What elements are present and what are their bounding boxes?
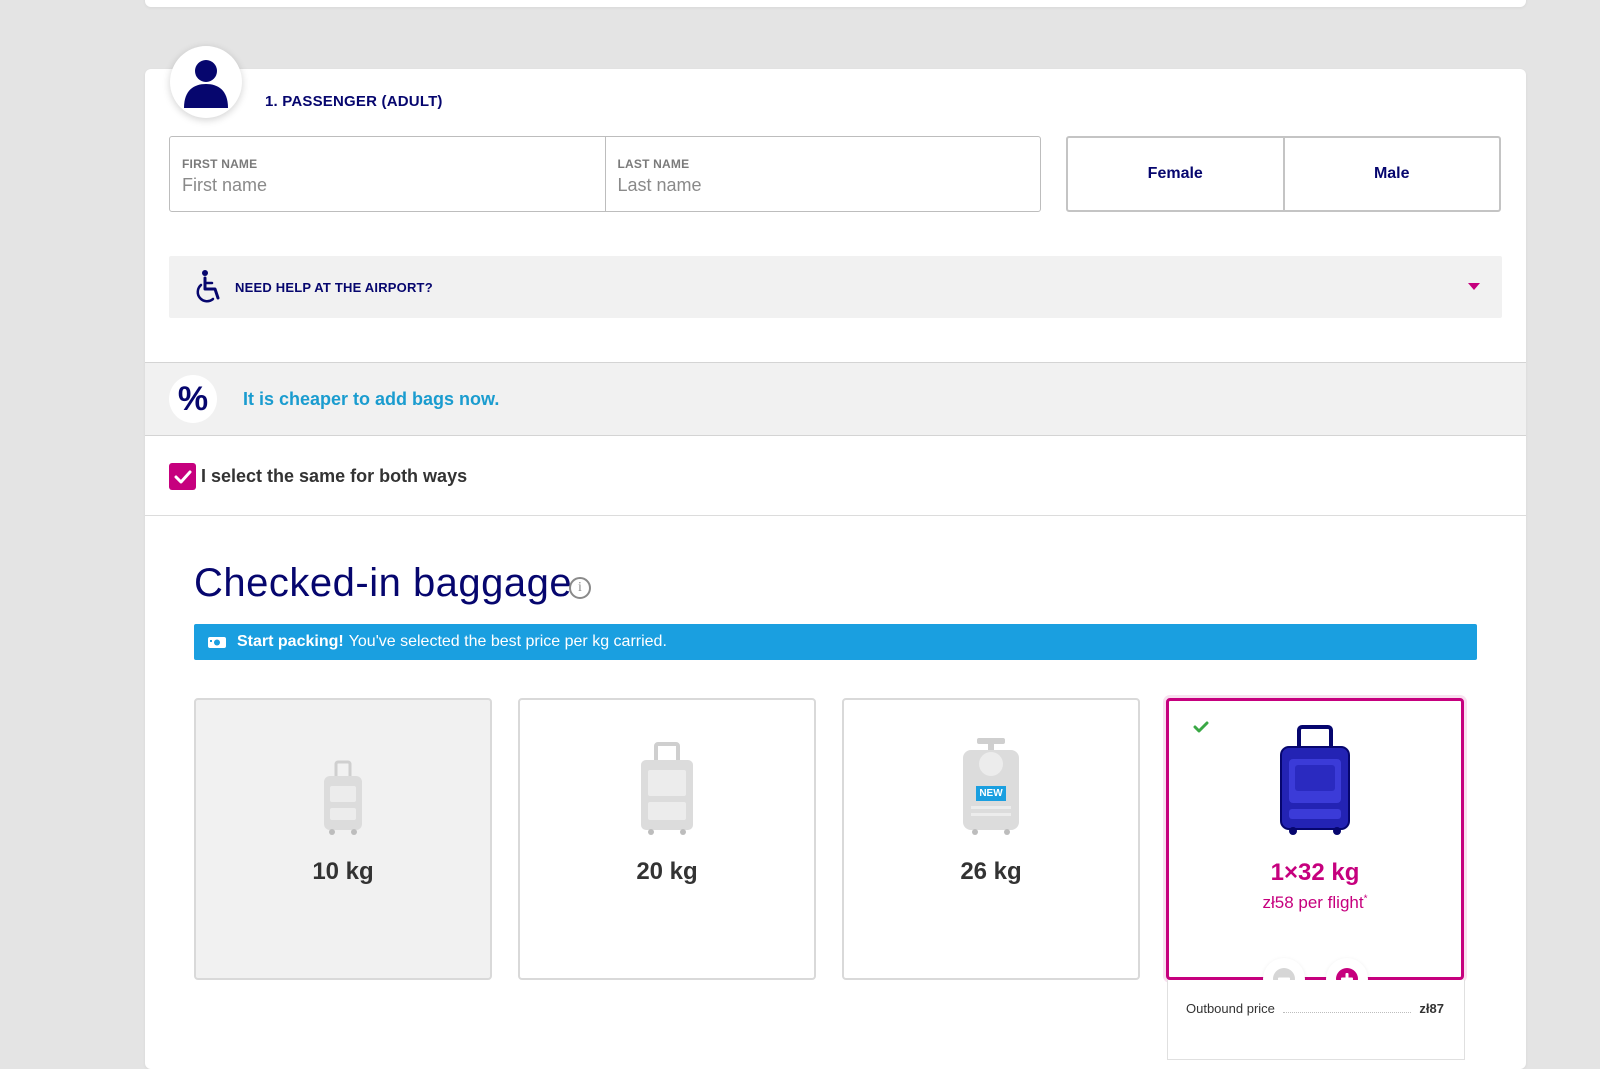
price-row: Outbound price zł87 — [1186, 1001, 1444, 1016]
previous-section-card — [145, 0, 1526, 7]
new-badge: NEW — [976, 786, 1006, 801]
bag-option-26kg[interactable]: NEW 26 kg — [842, 698, 1140, 980]
percent-icon: % — [169, 375, 217, 423]
bag-weight: 26 kg — [960, 858, 1022, 885]
luggage-icon — [641, 742, 693, 835]
checkmark-icon — [1193, 721, 1209, 733]
same-both-ways-label: I select the same for both ways — [201, 466, 468, 486]
bag-weight: 10 kg — [312, 858, 374, 885]
bag-option-10kg: 10 kg — [194, 698, 492, 980]
price-breakdown: Outbound price zł87 — [1167, 980, 1465, 1060]
promo-bar: % It is cheaper to add bags now. — [145, 362, 1526, 436]
best-price-banner: Start packing! You've selected the best … — [194, 624, 1477, 660]
info-icon[interactable]: i — [569, 577, 591, 599]
person-icon — [184, 60, 228, 108]
promo-text: It is cheaper to add bags now. — [243, 389, 500, 409]
bag-option-20kg[interactable]: 20 kg — [518, 698, 816, 980]
gender-female-button[interactable]: Female — [1068, 138, 1283, 210]
banner-text: You've selected the best price per kg ca… — [348, 633, 667, 650]
gender-selector: Female Male — [1066, 136, 1501, 212]
last-name-label: LAST NAME — [617, 157, 690, 171]
chevron-down-icon — [1468, 283, 1480, 290]
bag-price-value: zł58 per flight — [1262, 893, 1364, 912]
price-footnote-mark: * — [1363, 893, 1368, 905]
price-row-leader — [1282, 1004, 1412, 1013]
same-both-ways-option[interactable]: I select the same for both ways — [169, 463, 467, 490]
money-icon — [208, 637, 226, 648]
banner-strong-text: Start packing! — [237, 633, 344, 650]
checkmark-icon — [174, 470, 191, 483]
bag-weight: 1×32 kg — [1270, 859, 1360, 886]
price-row-amount: zł87 — [1419, 1001, 1444, 1016]
same-both-ways-checkbox[interactable] — [169, 463, 196, 490]
first-name-input[interactable] — [182, 175, 593, 196]
luggage-icon — [1280, 725, 1350, 835]
airport-help-toggle[interactable]: NEED HELP AT THE AIRPORT? — [169, 256, 1502, 318]
checked-baggage-title: Checked-in baggage — [194, 561, 573, 605]
luggage-icon — [324, 760, 362, 835]
section-divider — [145, 515, 1526, 516]
last-name-field[interactable]: LAST NAME — [604, 137, 1041, 211]
bag-price: zł58 per flight* — [1169, 893, 1461, 913]
last-name-input[interactable] — [617, 175, 1028, 196]
bag-option-32kg[interactable]: 1×32 kg zł58 per flight* — [1166, 698, 1464, 980]
passenger-avatar — [170, 46, 242, 118]
first-name-field[interactable]: FIRST NAME — [170, 137, 605, 211]
gender-male-button[interactable]: Male — [1282, 138, 1500, 210]
bag-weight: 20 kg — [636, 858, 698, 885]
price-row-label: Outbound price — [1186, 1001, 1275, 1016]
first-name-label: FIRST NAME — [182, 157, 258, 171]
wheelchair-icon — [196, 270, 220, 303]
name-fields: FIRST NAME LAST NAME — [169, 136, 1041, 212]
passenger-title: 1. PASSENGER (ADULT) — [265, 93, 443, 110]
airport-help-label: NEED HELP AT THE AIRPORT? — [235, 279, 433, 295]
